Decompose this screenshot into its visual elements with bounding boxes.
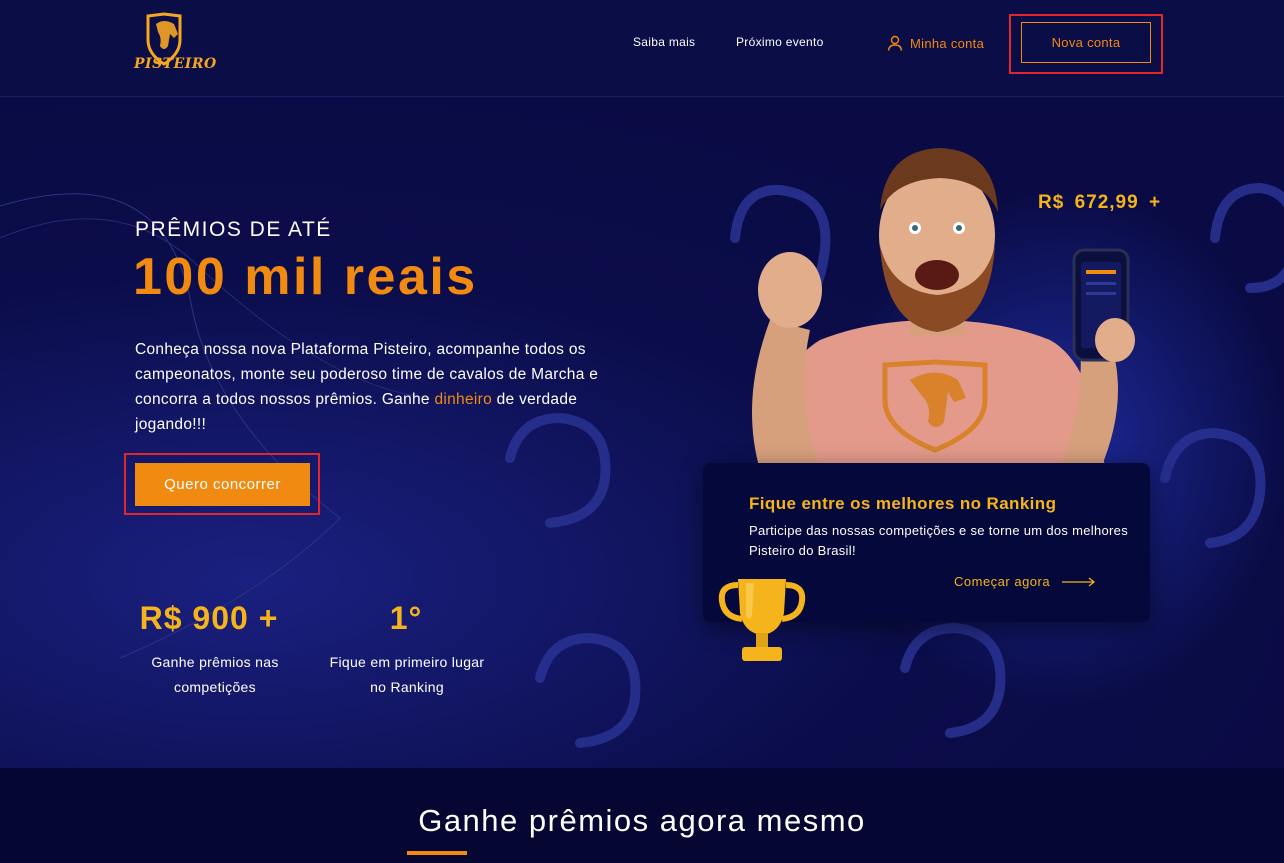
stat-prize-caption: Ganhe prêmios nas competições bbox=[135, 650, 295, 700]
intro-highlight: dinheiro bbox=[434, 391, 493, 408]
user-icon bbox=[887, 35, 903, 51]
stat-prize-caption-line2: competições bbox=[174, 679, 256, 695]
quero-concorrer-button[interactable]: Quero concorrer bbox=[135, 463, 310, 506]
stat-rank-value: 1° bbox=[389, 600, 423, 636]
ranking-card-title: Fique entre os melhores no Ranking bbox=[749, 494, 1057, 513]
my-account-label: Minha conta bbox=[910, 35, 985, 51]
stat-rank-caption-line2: no Ranking bbox=[370, 679, 444, 695]
prize-label: PRÊMIOS DE ATÉ bbox=[135, 218, 332, 241]
stat-prize-value: R$ 900 + bbox=[139, 600, 279, 636]
top-header: PISTEIRO Saiba mais Próximo evento Minha… bbox=[0, 0, 1284, 97]
stat-rank-caption: Fique em primeiro lugar no Ranking bbox=[320, 650, 494, 700]
section-title-underline bbox=[407, 851, 467, 855]
my-account-link[interactable]: Minha conta bbox=[887, 33, 984, 53]
intro-text: Conheça nossa nova Plataforma Pisteiro, … bbox=[135, 337, 635, 437]
price-tag: R$ 672,99 + bbox=[1038, 192, 1162, 213]
nav-proximo-evento[interactable]: Próximo evento bbox=[736, 35, 824, 49]
prize-value: 100 mil reais bbox=[133, 248, 478, 306]
logo-text[interactable]: PISTEIRO bbox=[134, 56, 217, 72]
comecar-agora-link[interactable]: Começar agora bbox=[954, 574, 1096, 589]
ranking-card-text: Participe das nossas competições e se to… bbox=[749, 523, 1128, 558]
arrow-right-icon bbox=[1062, 576, 1096, 587]
hero-person-illustration bbox=[752, 148, 1135, 470]
new-account-button[interactable]: Nova conta bbox=[1021, 22, 1151, 63]
trophy-icon bbox=[718, 579, 806, 661]
stat-prize-caption-line1: Ganhe prêmios nas bbox=[151, 654, 279, 670]
stat-rank-caption-line1: Fique em primeiro lugar bbox=[329, 654, 485, 670]
prizes-section-title: Ganhe prêmios agora mesmo bbox=[418, 803, 866, 838]
nav-saiba-mais[interactable]: Saiba mais bbox=[633, 35, 695, 49]
comecar-agora-label: Começar agora bbox=[954, 574, 1051, 589]
